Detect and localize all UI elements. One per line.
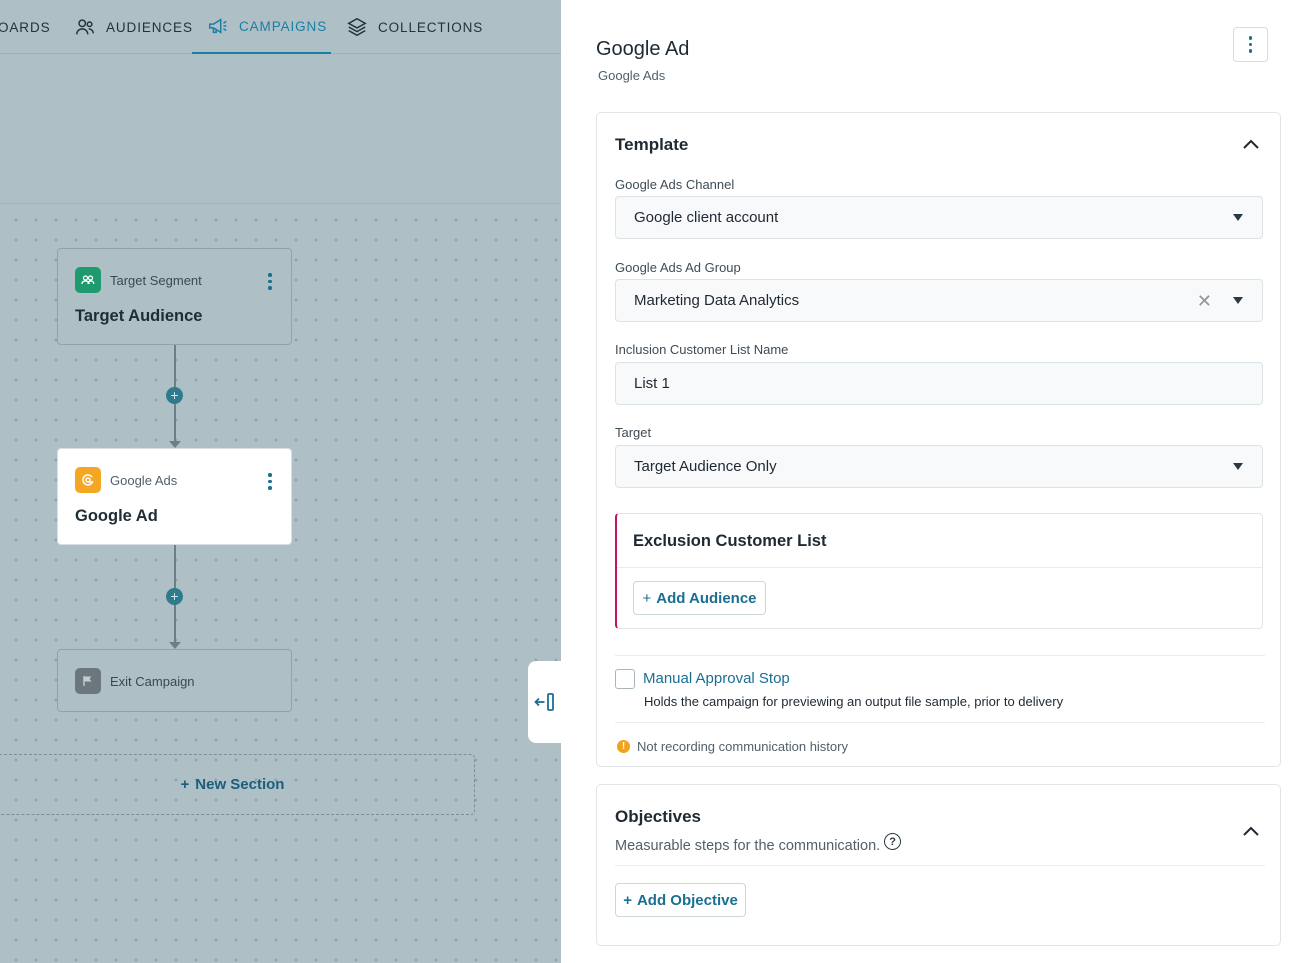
channel-label: Google Ads Channel <box>615 177 735 192</box>
flow-node-exit-campaign[interactable]: Exit Campaign <box>57 649 292 712</box>
caret-down-icon <box>1233 297 1243 304</box>
template-title: Template <box>615 135 689 154</box>
chevron-up-icon[interactable] <box>1242 825 1260 837</box>
panel-title: Google Ad <box>596 38 690 60</box>
layers-icon <box>347 17 367 37</box>
target-label: Target <box>615 425 652 440</box>
add-step-button[interactable]: + <box>166 387 183 404</box>
new-section-button[interactable]: + New Section <box>0 754 475 815</box>
node-menu-button[interactable] <box>268 473 272 490</box>
warning-icon: ! <box>617 740 630 753</box>
exclusion-list-section: Exclusion Customer List + Add Audience <box>615 513 1263 629</box>
plus-icon: + <box>180 776 190 793</box>
objectives-card: Objectives Measurable steps for the comm… <box>596 784 1281 946</box>
megaphone-icon <box>209 18 227 34</box>
add-audience-button[interactable]: + Add Audience <box>633 581 766 615</box>
add-objective-button[interactable]: + Add Objective <box>615 883 746 917</box>
plus-icon: + <box>642 589 652 607</box>
target-select[interactable]: Target Audience Only <box>615 445 1263 488</box>
connector-arrow <box>169 441 181 448</box>
add-audience-label: Add Audience <box>656 589 757 607</box>
nav-tab-label: COLLECTIONS <box>378 19 484 35</box>
divider <box>615 865 1265 866</box>
divider <box>617 567 1262 568</box>
detail-panel: Google Ad Google Ads Template Google Ads… <box>561 0 1300 963</box>
add-step-button[interactable]: + <box>166 588 183 605</box>
flag-icon <box>75 668 101 694</box>
nav-tab-audiences[interactable]: AUDIENCES <box>74 0 193 54</box>
top-navigation: OARDS AUDIENCES CAMPAIGNS COLLECTIONS <box>0 0 561 54</box>
node-title: Target Audience <box>75 307 203 325</box>
ad-group-value: Marketing Data Analytics <box>634 292 800 309</box>
workflow-area: OARDS AUDIENCES CAMPAIGNS COLLECTIONS Ta… <box>0 0 561 963</box>
list-name-value: List 1 <box>634 375 670 392</box>
template-card: Template Google Ads Channel Google clien… <box>596 112 1281 767</box>
plus-icon: + <box>623 891 632 909</box>
ad-group-label: Google Ads Ad Group <box>615 260 741 275</box>
node-title: Google Ad <box>75 507 158 525</box>
warning-text: Not recording communication history <box>637 739 848 754</box>
list-name-label: Inclusion Customer List Name <box>615 342 789 357</box>
node-menu-button[interactable] <box>268 273 272 290</box>
collapse-panel-icon <box>534 693 554 711</box>
caret-down-icon <box>1233 463 1243 470</box>
node-type-label: Google Ads <box>110 472 178 488</box>
list-name-input[interactable]: List 1 <box>615 362 1263 405</box>
panel-subtitle: Google Ads <box>598 68 666 83</box>
clear-icon[interactable]: ✕ <box>1197 291 1212 312</box>
add-objective-label: Add Objective <box>636 891 738 909</box>
help-icon[interactable]: ? <box>884 833 902 850</box>
connector-arrow <box>169 642 181 649</box>
divider <box>615 655 1265 656</box>
new-section-label: New Section <box>195 776 285 793</box>
objectives-title: Objectives <box>615 807 701 826</box>
nav-tab-campaigns[interactable]: CAMPAIGNS <box>192 0 331 54</box>
toolbar-area <box>0 54 561 204</box>
manual-approval-description: Holds the campaign for previewing an out… <box>644 694 1064 709</box>
nav-tab-dashboards[interactable]: OARDS <box>0 0 51 54</box>
panel-more-button[interactable] <box>1233 27 1268 62</box>
divider <box>615 722 1265 723</box>
flow-node-target-segment[interactable]: Target Segment Target Audience <box>57 248 292 345</box>
manual-approval-label[interactable]: Manual Approval Stop <box>643 670 790 687</box>
channel-select[interactable]: Google client account <box>615 196 1263 239</box>
kebab-icon <box>1248 36 1253 40</box>
objectives-subtitle: Measurable steps for the communication. <box>615 837 881 854</box>
objectives-subtitle-row: Measurable steps for the communication. … <box>615 833 902 854</box>
nav-tab-label: AUDIENCES <box>106 19 193 35</box>
audiences-icon <box>76 19 94 35</box>
chevron-up-icon[interactable] <box>1242 138 1260 150</box>
nav-tab-label: CAMPAIGNS <box>239 18 328 34</box>
segment-icon <box>75 267 101 293</box>
flow-node-google-ads[interactable]: Google Ads Google Ad <box>57 448 292 545</box>
node-type-label: Exit Campaign <box>110 673 195 689</box>
google-ads-icon <box>75 467 101 493</box>
target-value: Target Audience Only <box>634 458 777 475</box>
manual-approval-checkbox[interactable] <box>615 669 635 689</box>
caret-down-icon <box>1233 214 1243 221</box>
nav-tab-label: OARDS <box>0 19 51 35</box>
collapse-panel-button[interactable] <box>528 661 562 743</box>
channel-value: Google client account <box>634 209 779 226</box>
exclusion-title: Exclusion Customer List <box>633 532 827 550</box>
node-type-label: Target Segment <box>110 272 202 288</box>
ad-group-select[interactable]: Marketing Data Analytics ✕ <box>615 279 1263 322</box>
nav-tab-collections[interactable]: COLLECTIONS <box>346 0 483 54</box>
